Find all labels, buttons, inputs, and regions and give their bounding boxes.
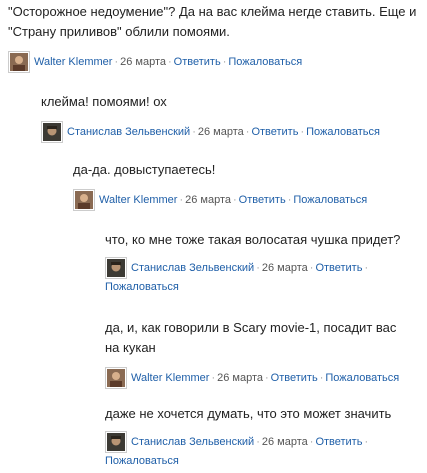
report-link[interactable]: Пожаловаться <box>306 126 380 138</box>
comment-meta: Walter Klemmer · 26 марта · Ответить · Пожалов… <box>105 367 405 389</box>
comment: клейма! помоями! ох Станислав Зельвенски… <box>41 92 423 143</box>
comment: даже не хочется думать, что это может зн… <box>105 404 405 469</box>
reply-link[interactable]: Ответить <box>251 126 298 138</box>
comment-text: что, ко мне тоже такая волосатая чушка п… <box>105 232 401 247</box>
separator: · <box>222 55 227 68</box>
separator: · <box>364 261 369 274</box>
comment: да, и, как говорили в Scary movie-1, пос… <box>105 318 405 389</box>
avatar[interactable] <box>41 121 63 143</box>
separator: · <box>300 125 305 138</box>
user-avatar-icon <box>75 191 93 209</box>
separator: · <box>211 371 216 384</box>
comment-text: даже не хочется думать, что это может зн… <box>105 406 392 421</box>
report-link[interactable]: Пожаловаться <box>293 194 367 206</box>
reply-link[interactable]: Ответить <box>271 372 318 384</box>
comment-meta: Станислав Зельвенский · 26 марта · Ответить ·… <box>105 257 405 295</box>
comment-date: 26 марта <box>261 435 308 448</box>
report-link[interactable]: Пожаловаться <box>105 455 179 467</box>
avatar[interactable] <box>73 189 95 211</box>
author-link[interactable]: Станислав Зельвенский <box>131 436 254 448</box>
separator: · <box>179 193 184 206</box>
avatar[interactable] <box>105 431 127 453</box>
separator: · <box>265 371 269 384</box>
comment-meta: Станислав Зельвенский · 26 марта · Ответить ·… <box>105 431 405 469</box>
separator: · <box>287 193 292 206</box>
comment-date: 26 марта <box>185 193 231 206</box>
report-link[interactable]: Пожаловаться <box>325 372 399 384</box>
author-link[interactable]: Walter Klemmer <box>34 56 112 68</box>
author-link[interactable]: Walter Klemmer <box>99 194 177 206</box>
user-avatar-icon <box>10 53 28 71</box>
reply-link[interactable]: Ответить <box>315 436 362 448</box>
separator: · <box>256 435 260 448</box>
comment-date: 26 марта <box>120 55 166 68</box>
author-link[interactable]: Станислав Зельвенский <box>131 262 254 274</box>
author-link[interactable]: Walter Klemmer <box>131 372 209 384</box>
comment-text: да, и, как говорили в Scary movie-1, пос… <box>105 320 397 355</box>
user-avatar-icon <box>107 259 125 277</box>
comment: что, ко мне тоже такая волосатая чушка п… <box>105 230 405 295</box>
comment-text: "Осторожное недоумение"? Да на вас клейм… <box>8 4 417 39</box>
separator: · <box>192 125 196 138</box>
comment-text: да-да. довыступаетесь! <box>73 162 216 177</box>
separator: · <box>114 55 119 68</box>
comment-date: 26 марта <box>217 371 263 384</box>
separator: · <box>319 371 324 384</box>
comment: да-да. довыступаетесь! Walter Klemmer · 26… <box>73 160 423 211</box>
user-avatar-icon <box>107 433 125 451</box>
reply-link[interactable]: Ответить <box>174 56 221 68</box>
separator: · <box>364 435 369 448</box>
author-link[interactable]: Станислав Зельвенский <box>67 126 190 138</box>
reply-link[interactable]: Ответить <box>239 194 286 206</box>
separator: · <box>245 125 250 138</box>
avatar[interactable] <box>8 51 30 73</box>
comment-date: 26 марта <box>261 261 308 274</box>
report-link[interactable]: Пожаловаться <box>228 56 302 68</box>
comment-meta: Walter Klemmer · 26 марта · Ответить · Пожалов… <box>8 51 423 73</box>
separator: · <box>256 261 260 274</box>
separator: · <box>309 261 314 274</box>
separator: · <box>309 435 314 448</box>
avatar[interactable] <box>105 257 127 279</box>
comment-meta: Станислав Зельвенский · 26 марта · Ответить ·… <box>41 121 423 143</box>
separator: · <box>233 193 237 206</box>
user-avatar-icon <box>107 369 125 387</box>
separator: · <box>168 55 172 68</box>
comment-meta: Walter Klemmer · 26 марта · Ответить · Пожалов… <box>73 189 423 211</box>
report-link[interactable]: Пожаловаться <box>105 281 179 293</box>
comment: "Осторожное недоумение"? Да на вас клейм… <box>8 2 423 73</box>
reply-link[interactable]: Ответить <box>315 262 362 274</box>
comment-text: клейма! помоями! ох <box>41 94 167 109</box>
avatar[interactable] <box>105 367 127 389</box>
user-avatar-icon <box>43 123 61 141</box>
comment-date: 26 марта <box>197 125 244 138</box>
